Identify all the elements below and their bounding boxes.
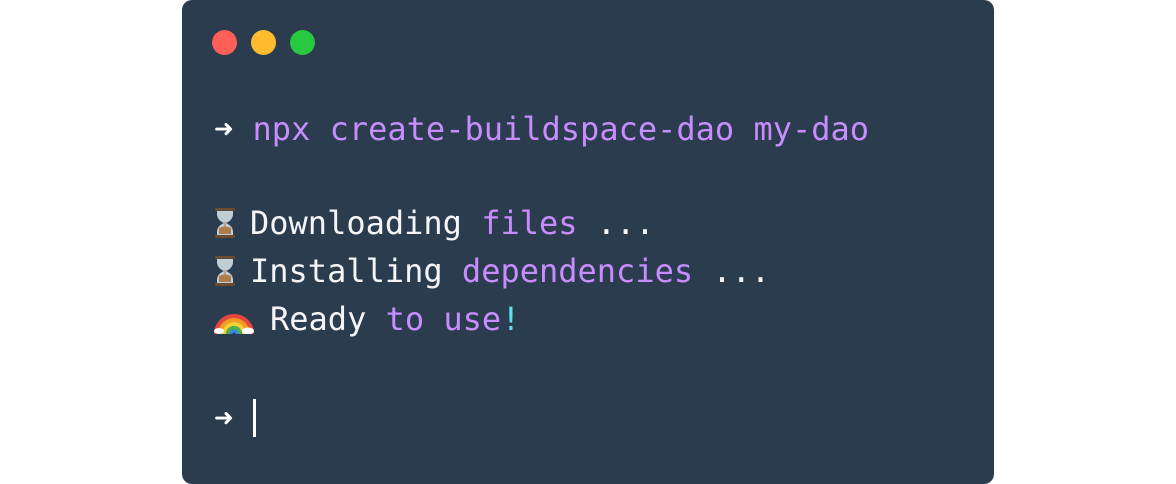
text-cursor (252, 399, 256, 437)
prompt-arrow-icon: ➜ (214, 399, 234, 437)
active-prompt-line[interactable]: ➜ (214, 398, 256, 438)
output-highlight: files (481, 204, 578, 242)
window-controls (212, 30, 315, 55)
output-suffix: ... (577, 204, 655, 242)
rainbow-icon (214, 314, 254, 334)
output-suffix: ... (693, 252, 771, 290)
output-suffix: ! (501, 300, 521, 338)
output-line-installing: Installing dependencies ... (214, 251, 770, 291)
output-line-downloading: Downloading files ... (214, 203, 655, 243)
maximize-button[interactable] (290, 30, 315, 55)
terminal-window: ➜ npx create-buildspace-dao my-dao Downl… (182, 0, 994, 484)
command-line: ➜ npx create-buildspace-dao my-dao (214, 109, 869, 149)
close-button[interactable] (212, 30, 237, 55)
prompt-arrow-icon: ➜ (214, 110, 234, 148)
hourglass-icon (215, 256, 235, 286)
output-line-ready: Ready to use! (214, 299, 520, 339)
minimize-button[interactable] (251, 30, 276, 55)
output-text: Downloading (250, 204, 462, 242)
output-text: Ready (270, 300, 367, 338)
hourglass-icon (215, 208, 235, 238)
output-text: Installing (250, 252, 443, 290)
output-highlight: dependencies (461, 252, 694, 290)
command-text: npx create-buildspace-dao my-dao (252, 110, 870, 148)
output-highlight: to use (385, 300, 502, 338)
